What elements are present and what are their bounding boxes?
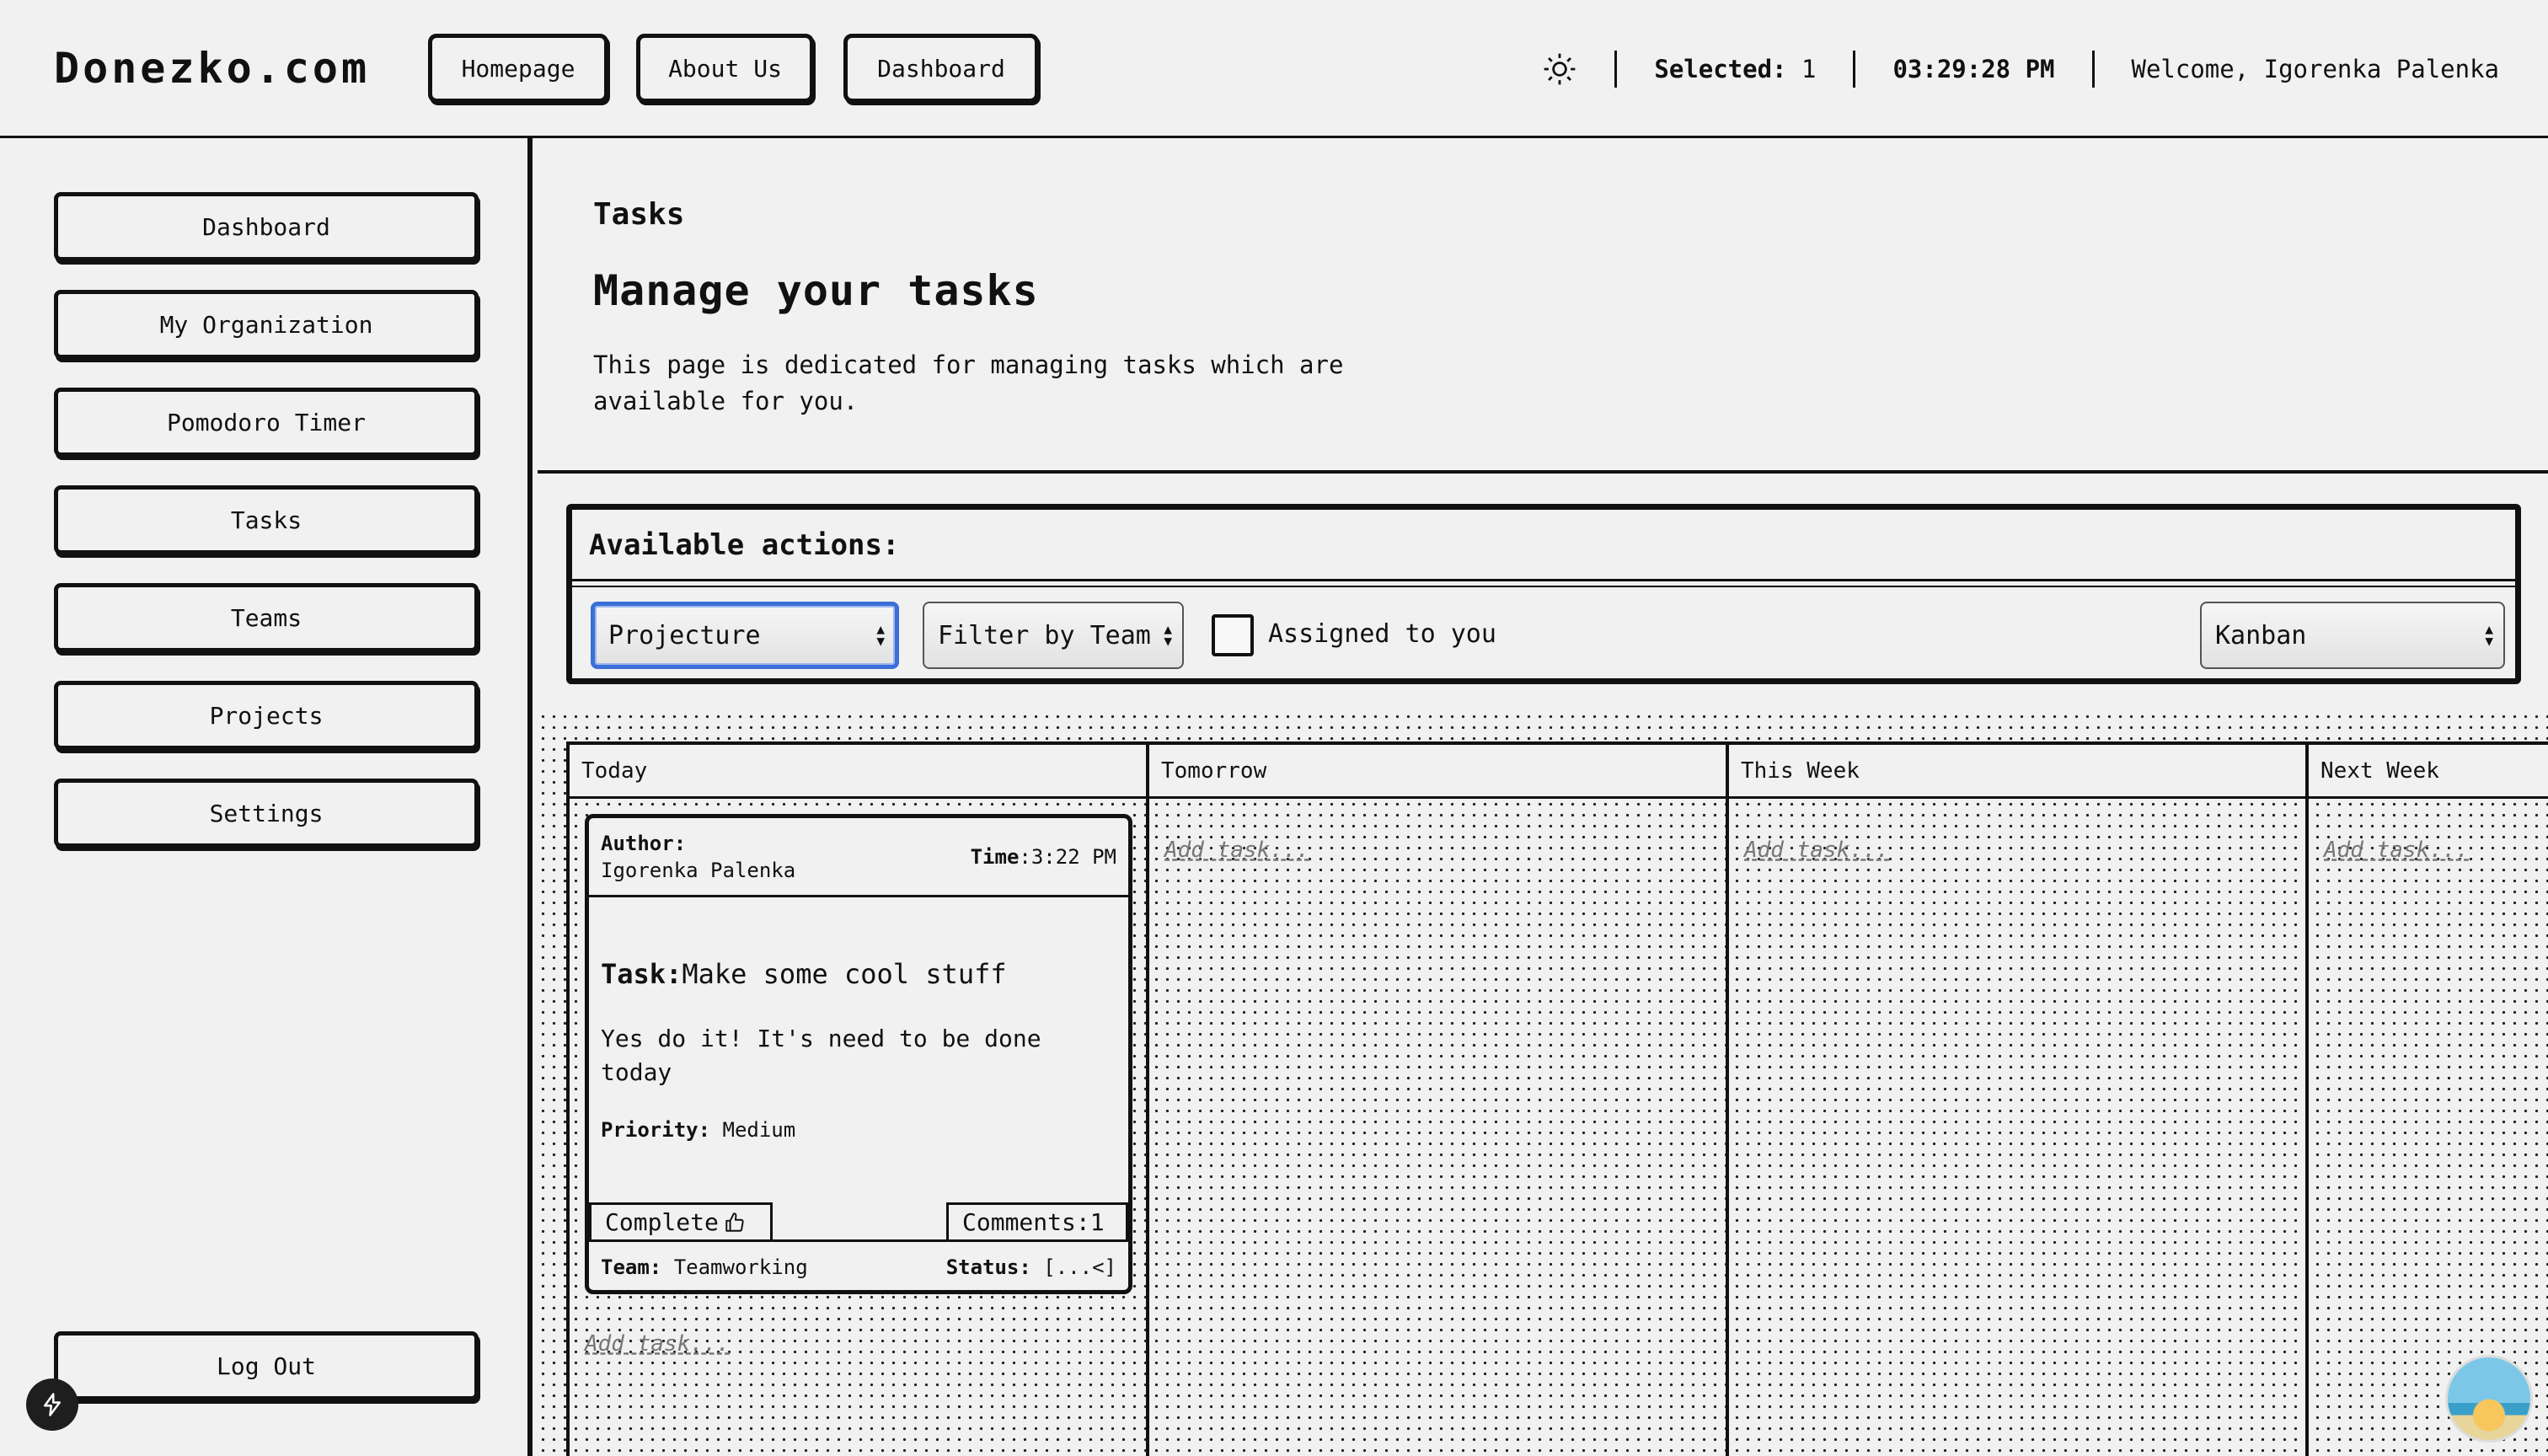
task-card-header: Author: Igorenka Palenka Time:3:22 PM <box>589 818 1128 897</box>
header-status-bar: Selected: 1 03:29:28 PM Welcome, Igorenk… <box>1542 47 2499 91</box>
divider <box>572 579 2515 581</box>
column-this-week: This Week Add task... <box>1726 745 2305 1456</box>
task-status[interactable]: Status: [...<] <box>946 1255 1116 1279</box>
page-intro: Tasks Manage your tasks This page is ded… <box>538 138 2548 474</box>
team-filter-value: Filter by Team <box>938 620 1151 650</box>
sidebar-item-tasks[interactable]: Tasks <box>54 485 479 554</box>
select-arrows-icon: ▲ ▼ <box>1164 621 1172 649</box>
team-value: Teamworking <box>673 1255 808 1279</box>
task-priority: Priority: Medium <box>601 1118 795 1142</box>
top-header: Donezko.com Homepage About Us Dashboard … <box>0 0 2548 138</box>
sidebar-item-teams[interactable]: Teams <box>54 583 479 652</box>
sidebar: Dashboard My Organization Pomodoro Timer… <box>0 138 533 1456</box>
complete-label: Complete <box>605 1208 719 1236</box>
thumbs-up-icon <box>724 1212 746 1234</box>
author-name: Igorenka Palenka <box>601 859 796 882</box>
priority-value: Medium <box>722 1118 796 1142</box>
header-divider <box>1614 51 1618 88</box>
time-label: Time <box>970 845 1020 869</box>
view-mode-select[interactable]: Kanban ▲ ▼ <box>2200 602 2505 669</box>
assigned-to-you-label: Assigned to you <box>1268 619 1496 649</box>
time-value: :3:22 PM <box>1019 845 1116 869</box>
project-select-value: Projecture <box>608 620 761 650</box>
breadcrumb: Tasks <box>593 197 685 232</box>
task-name: Make some cool stuff <box>682 958 1007 990</box>
kanban-board: Today Author: Igorenka Palenka Time:3:22… <box>538 711 2548 1456</box>
logout-button[interactable]: Log Out <box>54 1331 479 1400</box>
add-task-link[interactable]: Add task... <box>2324 838 2469 863</box>
add-task-link[interactable]: Add task... <box>1744 838 1889 863</box>
team-filter-select[interactable]: Filter by Team ▲ ▼ <box>923 602 1184 669</box>
status-value: [...<] <box>1043 1255 1116 1279</box>
task-card-footer: Team: Teamworking Status: [...<] <box>589 1239 1128 1290</box>
nav-homepage-button[interactable]: Homepage <box>428 34 608 103</box>
project-select[interactable]: Projecture ▲ ▼ <box>591 602 899 669</box>
task-card[interactable]: Author: Igorenka Palenka Time:3:22 PM Ta… <box>585 814 1132 1294</box>
column-header: Next Week <box>2309 745 2548 799</box>
task-description: Yes do it! It's need to be done today <box>601 1025 1041 1086</box>
welcome-text: Welcome, Igorenka Palenka <box>2131 55 2500 83</box>
select-arrows-icon: ▲ ▼ <box>876 621 885 649</box>
task-team: Team: Teamworking <box>601 1255 808 1279</box>
column-tomorrow: Tomorrow Add task... <box>1146 745 1726 1456</box>
assigned-to-you-checkbox[interactable] <box>1212 614 1254 656</box>
status-label: Status: <box>945 1255 1031 1279</box>
selected-value: 1 <box>1801 55 1817 83</box>
page-title: Manage your tasks <box>593 266 1039 315</box>
team-label: Team: <box>601 1255 662 1279</box>
page-description: This page is dedicated for managing task… <box>593 351 1344 415</box>
column-today: Today Author: Igorenka Palenka Time:3:22… <box>566 745 1146 1456</box>
priority-label: Priority: <box>601 1118 711 1142</box>
nav-dashboard-button[interactable]: Dashboard <box>843 34 1039 103</box>
user-avatar[interactable] <box>2445 1355 2533 1443</box>
add-task-link[interactable]: Add task... <box>1164 838 1309 863</box>
author-label: Author: <box>601 832 687 855</box>
select-arrows-icon: ▲ ▼ <box>2485 621 2493 649</box>
divider <box>572 586 2515 587</box>
task-time: Time:3:22 PM <box>971 845 1116 869</box>
sidebar-item-projects[interactable]: Projects <box>54 681 479 750</box>
actions-title: Available actions: <box>589 528 900 562</box>
header-divider <box>2091 51 2095 88</box>
column-header: Today <box>570 745 1146 799</box>
sidebar-item-pomodoro-timer[interactable]: Pomodoro Timer <box>54 388 479 457</box>
selected-count: Selected: 1 <box>1654 55 1816 83</box>
complete-button[interactable]: Complete <box>589 1202 773 1239</box>
dev-tools-bolt-icon[interactable] <box>26 1378 78 1431</box>
task-label: Task: <box>601 958 682 990</box>
header-divider <box>1853 51 1856 88</box>
task-title: Task:Make some cool stuff <box>601 958 1007 990</box>
sidebar-item-dashboard[interactable]: Dashboard <box>54 192 479 261</box>
sidebar-item-settings[interactable]: Settings <box>54 779 479 848</box>
column-next-week: Next Week Add task... <box>2305 745 2548 1456</box>
comments-button[interactable]: Comments:1 <box>946 1202 1128 1239</box>
site-logo[interactable]: Donezko.com <box>54 44 370 93</box>
view-mode-value: Kanban <box>2215 620 2307 650</box>
actions-panel: Available actions: Projecture ▲ ▼ Filter … <box>566 504 2521 684</box>
theme-toggle-sun-icon[interactable] <box>1542 51 1577 87</box>
column-header: Tomorrow <box>1149 745 1726 799</box>
nav-about-us-button[interactable]: About Us <box>636 34 814 103</box>
selected-label: Selected: <box>1654 55 1787 83</box>
kanban-columns: Today Author: Igorenka Palenka Time:3:22… <box>566 741 2548 1456</box>
column-header: This Week <box>1729 745 2305 799</box>
sidebar-item-my-organization[interactable]: My Organization <box>54 290 479 359</box>
add-task-link[interactable]: Add task... <box>585 1331 730 1357</box>
header-clock: 03:29:28 PM <box>1892 55 2055 83</box>
